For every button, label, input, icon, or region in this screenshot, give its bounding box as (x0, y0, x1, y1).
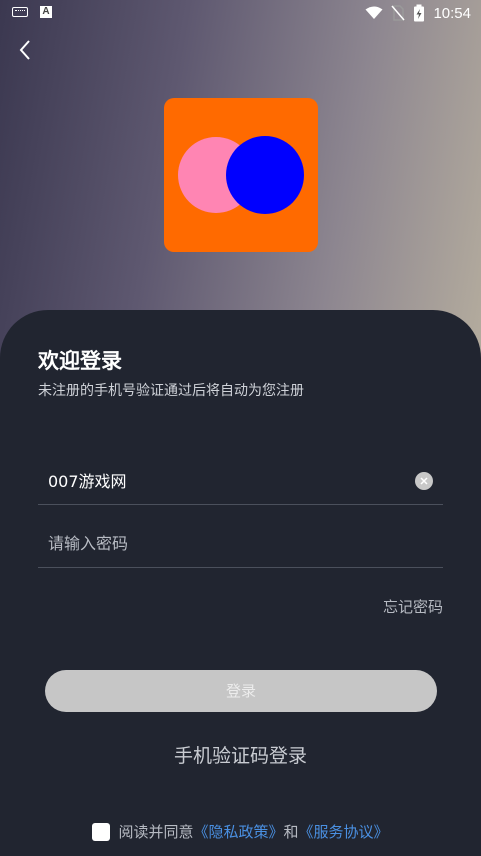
agreement-row: 阅读并同意 《隐私政策》 和 《服务协议》 (0, 821, 481, 842)
sms-login-link[interactable]: 手机验证码登录 (0, 741, 481, 768)
chevron-left-icon (19, 40, 30, 60)
status-bar: A 10:54 (0, 0, 481, 26)
page-title: 欢迎登录 (38, 349, 122, 373)
battery-charging-icon (414, 4, 425, 22)
keyboard-icon (12, 7, 28, 17)
no-sim-icon (391, 5, 406, 21)
forgot-password-link[interactable]: 忘记密码 (383, 596, 443, 617)
privacy-policy-link[interactable]: 《隐私政策》 (193, 821, 283, 842)
wifi-icon (365, 6, 383, 19)
close-icon (420, 477, 428, 485)
username-field (38, 457, 443, 505)
login-button[interactable]: 登录 (45, 670, 437, 712)
clear-input-button[interactable] (415, 472, 433, 490)
service-agreement-link[interactable]: 《服务协议》 (299, 821, 389, 842)
clock: 10:54 (433, 4, 471, 22)
password-input[interactable] (48, 528, 408, 558)
agreement-and: 和 (283, 823, 299, 841)
app-logo (164, 98, 318, 252)
agreement-checkbox[interactable] (92, 822, 111, 841)
logo-circles (178, 136, 304, 214)
page-subtitle: 未注册的手机号验证通过后将自动为您注册 (38, 383, 304, 399)
password-field (38, 520, 443, 568)
back-button[interactable] (14, 38, 38, 62)
agreement-prefix: 阅读并同意 (118, 823, 194, 841)
username-input[interactable] (48, 465, 408, 495)
accessibility-a-icon: A (40, 6, 52, 18)
